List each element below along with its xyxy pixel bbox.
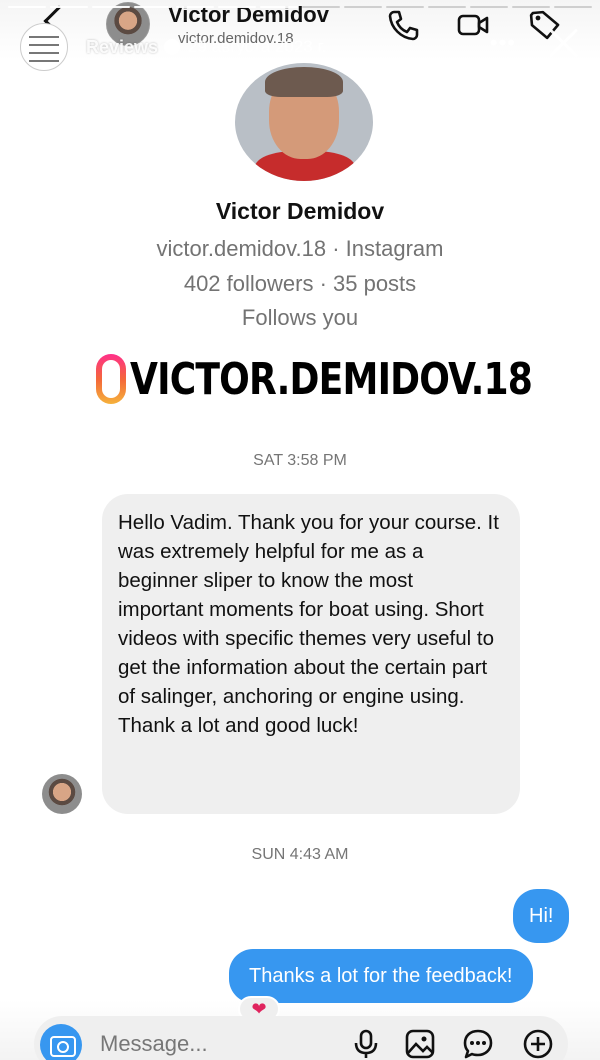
- message-timestamp: SUN 4:43 AM: [251, 846, 349, 863]
- camera-icon[interactable]: [40, 1024, 82, 1060]
- instagram-logo-icon: [96, 354, 126, 404]
- mic-icon[interactable]: [350, 1028, 382, 1060]
- mention-text: VICTOR.DEMIDOV.18: [130, 353, 533, 405]
- outgoing-message-bubble[interactable]: Thanks a lot for the feedback!: [229, 949, 533, 1003]
- mention-sticker[interactable]: VICTOR.DEMIDOV.18: [96, 350, 600, 408]
- profile-relation: Follows you: [241, 305, 359, 330]
- profile-stats: 402 followers · 35 posts: [183, 271, 417, 296]
- verified-check-icon: [164, 39, 181, 55]
- story-account-name[interactable]: Reviews: [86, 37, 158, 58]
- story-more-button[interactable]: •••: [490, 30, 516, 56]
- story-date: 29 августа 2023 г.: [188, 37, 327, 56]
- profile-avatar[interactable]: [235, 63, 373, 181]
- profile-name: Victor Demidov: [215, 198, 385, 224]
- outgoing-message-bubble[interactable]: Hi!: [513, 889, 570, 943]
- message-composer: [34, 1016, 568, 1060]
- incoming-message-bubble[interactable]: Hello Vadim. Thank you for your course. …: [102, 494, 520, 814]
- story-account-avatar[interactable]: [20, 23, 68, 71]
- gallery-icon[interactable]: [404, 1028, 436, 1060]
- message-timestamp: SAT 3:58 PM: [253, 452, 347, 469]
- sender-avatar[interactable]: [42, 774, 82, 814]
- close-icon[interactable]: [544, 22, 584, 62]
- plus-icon[interactable]: [522, 1028, 554, 1060]
- sticker-icon[interactable]: [462, 1028, 494, 1060]
- profile-handle: victor.demidov.18 · Instagram: [156, 236, 444, 261]
- message-input[interactable]: [100, 1026, 320, 1060]
- story-progress: [8, 6, 592, 9]
